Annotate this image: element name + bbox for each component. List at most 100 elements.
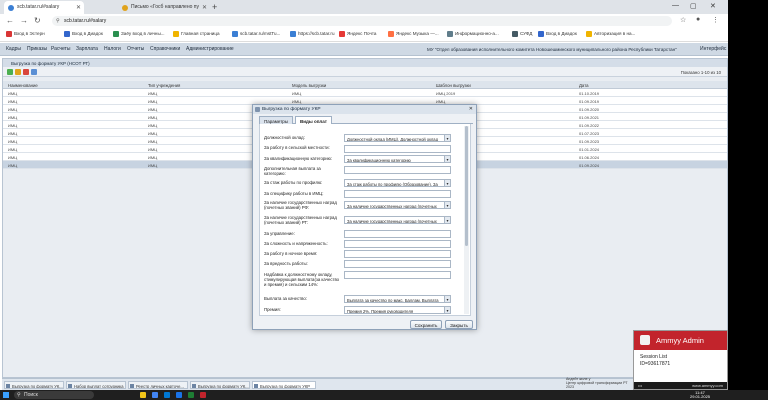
browser-window: scb.tatar.ru/#salary ✕ Письмо «Госб напр… xyxy=(0,0,728,390)
window-task-active[interactable]: Выгрузка по формату УКР xyxy=(252,381,316,389)
column-header[interactable]: Шаблон выгрузки xyxy=(436,83,471,88)
tab-mail[interactable]: Письмо «Госб направлено пу ✕ xyxy=(118,1,210,14)
payment-types-form: Должностной оклад: Должностной оклад (ИМ… xyxy=(259,124,471,316)
menu-icon[interactable]: ⋮ xyxy=(712,16,719,24)
bookmark-item[interactable]: СУФД xyxy=(512,31,532,37)
experience-select[interactable]: За стаж работы по профилю (Образование),… xyxy=(344,179,451,187)
column-header[interactable]: Модель выгрузки xyxy=(292,83,326,88)
column-header[interactable]: Тип учреждения xyxy=(148,83,180,88)
chrome-icon[interactable] xyxy=(152,392,158,398)
ammyy-site-link[interactable]: www.ammyy.com xyxy=(692,383,723,388)
word-icon[interactable] xyxy=(176,392,182,398)
scrollbar-thumb[interactable] xyxy=(465,126,468,246)
chevron-down-icon[interactable]: ▾ xyxy=(444,296,450,302)
window-task[interactable]: Выгрузка по формату УК... xyxy=(190,381,250,389)
window-task[interactable]: Выгрузка по формату УК... xyxy=(4,381,64,389)
bookmark-item[interactable]: https://scb.tatar.ru xyxy=(290,31,335,37)
menu-item-nalogi[interactable]: Налоги xyxy=(104,46,121,52)
bonus-input[interactable] xyxy=(344,271,451,279)
excel-icon[interactable] xyxy=(188,392,194,398)
start-icon[interactable] xyxy=(3,392,9,398)
maximize-icon[interactable]: ▢ xyxy=(690,2,697,10)
night-input[interactable] xyxy=(344,250,451,258)
form-scrollbar[interactable] xyxy=(464,126,469,314)
chevron-down-icon[interactable]: ▾ xyxy=(444,180,450,186)
bookmark-item[interactable]: Заёу вход в личны... xyxy=(113,31,165,37)
complexity-input[interactable] xyxy=(344,240,451,248)
add-icon[interactable] xyxy=(7,69,13,75)
profile-icon[interactable]: ● xyxy=(696,16,700,23)
panel-title: Выгрузка по формату УКР (НСОТ РТ) xyxy=(3,59,727,67)
bookmark-item[interactable]: Авторизация в на... xyxy=(586,31,635,37)
rural-input[interactable] xyxy=(344,145,451,153)
qualification-select[interactable]: За квалификационную категорию ▾ xyxy=(344,155,451,163)
chevron-down-icon[interactable]: ▾ xyxy=(444,307,450,313)
awards-rf-select[interactable]: За наличие государственных наград (почет… xyxy=(344,201,451,209)
bookmark-item[interactable]: Яндекс Музыка —... xyxy=(388,31,439,37)
save-button[interactable]: Сохранить xyxy=(410,320,442,329)
back-icon[interactable]: ← xyxy=(6,16,14,25)
bookmark-item[interactable]: Вход в Эстерн xyxy=(6,31,45,37)
specifics-input[interactable] xyxy=(344,190,451,198)
management-input[interactable] xyxy=(344,230,451,238)
column-header[interactable]: Наименование xyxy=(8,83,38,88)
tab-parameters[interactable]: Параметры xyxy=(259,116,293,124)
session-list-label[interactable]: Session List xyxy=(640,354,670,361)
close-window-icon[interactable]: ✕ xyxy=(710,2,716,10)
address-bar[interactable]: ⚲ scb.tatar.ru/#salary xyxy=(52,16,672,26)
table-row[interactable]: ИМЦ ИМЦ ИМЦ ИМЦ 2019 01.10.2019 xyxy=(3,89,727,97)
reload-icon[interactable]: ↻ xyxy=(34,16,41,25)
dialog-titlebar[interactable]: Выгрузка по формату УКР ✕ xyxy=(253,105,476,114)
forward-icon[interactable]: → xyxy=(20,16,28,25)
menu-item-zarplata[interactable]: Зарплата xyxy=(76,46,98,52)
menu-item-kadry[interactable]: Кадры xyxy=(6,46,21,52)
tab-salary[interactable]: scb.tatar.ru/#salary ✕ xyxy=(4,1,84,14)
menu-item-admin[interactable]: Администрирование xyxy=(186,46,234,52)
chevron-down-icon[interactable]: ▾ xyxy=(444,156,450,162)
taskbar-search[interactable]: ⚲ Поиск xyxy=(14,391,94,399)
taskbar-clock[interactable]: 11:47 29.01.2025 xyxy=(690,391,710,399)
bookmark-item[interactable]: Информационно-а... xyxy=(447,31,499,37)
minimize-icon[interactable]: — xyxy=(672,2,679,9)
file-explorer-icon[interactable] xyxy=(140,392,146,398)
bookmark-item[interactable]: Яндекс Почта xyxy=(339,31,376,37)
bookmark-item[interactable]: Главная страница xyxy=(173,31,220,37)
edge-icon[interactable] xyxy=(164,392,170,398)
chevron-down-icon[interactable]: ▾ xyxy=(444,135,450,141)
window-task[interactable]: Набор выплат сотрудника xyxy=(66,381,126,389)
menu-item-otchety[interactable]: Отчеты xyxy=(127,46,144,52)
close-dialog-icon[interactable]: ✕ xyxy=(469,106,473,112)
new-tab-icon[interactable]: + xyxy=(212,2,217,12)
bookmark-item[interactable]: Вход в Диадок xyxy=(64,31,103,37)
star-icon[interactable]: ☆ xyxy=(680,16,686,24)
chevron-down-icon[interactable]: ▾ xyxy=(444,217,450,223)
bookmark-item[interactable]: scb.tatar.ru/mstTu... xyxy=(232,31,280,37)
ammyy-taskbar-icon[interactable] xyxy=(200,392,206,398)
salary-select[interactable]: Должностной оклад (ИМЦ), Должностной окл… xyxy=(344,134,451,142)
awards-rt-select[interactable]: За наличие государственных наград (почет… xyxy=(344,216,451,224)
window-task[interactable]: Реестр личных карточе... xyxy=(128,381,188,389)
interface-menu[interactable]: Интерфейс xyxy=(700,46,726,52)
screen: scb.tatar.ru/#salary ✕ Письмо «Госб напр… xyxy=(0,0,768,400)
premium-select[interactable]: Премия 2%, Премия руководителя ▾ xyxy=(344,306,451,314)
site-info-icon[interactable]: ⚲ xyxy=(56,18,60,24)
category-extra-input[interactable] xyxy=(344,166,451,174)
menu-item-raschety[interactable]: Расчеты xyxy=(51,46,71,52)
bookmark-icon xyxy=(512,31,518,37)
bookmark-item[interactable]: Вход в Диадок xyxy=(538,31,577,37)
close-tab-icon[interactable]: ✕ xyxy=(76,4,81,11)
harmful-input[interactable] xyxy=(344,260,451,268)
chevron-down-icon[interactable]: ▾ xyxy=(444,202,450,208)
close-button[interactable]: Закрыть xyxy=(445,320,473,329)
menu-item-prikazy[interactable]: Приказы xyxy=(27,46,47,52)
field-label: Надбавка к должностному окладу, стимулир… xyxy=(264,272,340,287)
quality-select[interactable]: Выплата за качество по макс. Баллам, Вып… xyxy=(344,295,451,303)
ammyy-admin-window[interactable]: Ammyy Admin Session List ID=93617871 •••… xyxy=(633,330,728,390)
menu-item-spravochniki[interactable]: Справочники xyxy=(150,46,180,52)
export-icon[interactable] xyxy=(31,69,37,75)
close-tab-icon[interactable]: ✕ xyxy=(202,4,207,11)
tab-payment-types[interactable]: Виды оплат xyxy=(295,116,332,124)
edit-icon[interactable] xyxy=(15,69,21,75)
delete-icon[interactable] xyxy=(23,69,29,75)
column-header[interactable]: Дата xyxy=(579,83,589,88)
